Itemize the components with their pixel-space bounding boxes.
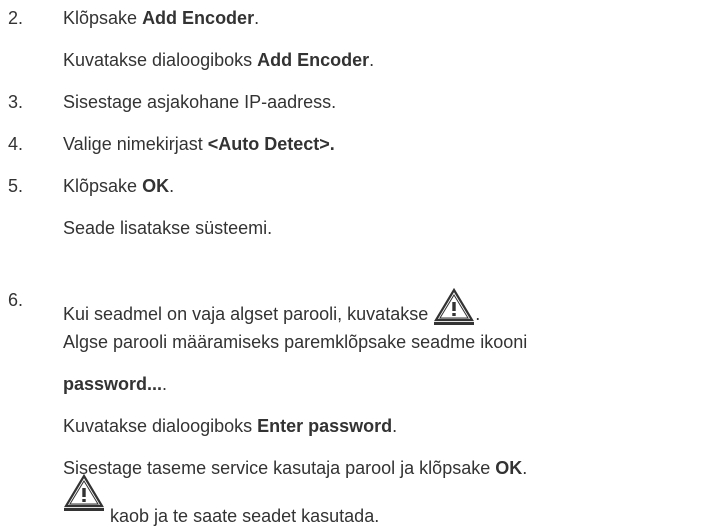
step-text: Kuvatakse dialoogiboks Add Encoder.	[63, 50, 375, 70]
step-text: Kuvatakse dialoogiboks Enter password.	[63, 416, 398, 436]
step-number: 3.	[8, 92, 24, 112]
step-text: Valige nimekirjast <Auto Detect>.	[63, 134, 335, 154]
step-text: Seade lisatakse süsteemi.	[63, 218, 273, 238]
ui-term: password...	[63, 374, 163, 394]
step-text: Klõpsake OK.	[63, 176, 175, 196]
ui-term: Enter password	[257, 416, 393, 436]
ui-term: OK	[142, 176, 170, 196]
step-number: 4.	[8, 134, 24, 154]
ui-term: OK	[495, 458, 523, 478]
ui-term: <Auto Detect>.	[207, 134, 335, 154]
warning-triangle-icon	[63, 473, 105, 518]
step-number: 5.	[8, 176, 24, 196]
warning-triangle-icon	[433, 287, 475, 332]
step-text: password....	[63, 374, 168, 394]
step-number: 2.	[8, 8, 24, 28]
step-text: Algse parooli määramiseks paremklõpsake …	[63, 332, 528, 352]
step-text: Kui seadmel on vaja algset parooli, kuva…	[63, 287, 480, 332]
step-text: kaob ja te saate seadet kasutada.	[63, 473, 379, 526]
step-text: Sisestage asjakohane IP-aadress.	[63, 92, 337, 112]
ui-term: Add Encoder	[257, 50, 370, 70]
ui-term: Add Encoder	[142, 8, 255, 28]
step-text: Klõpsake Add Encoder.	[63, 8, 260, 28]
step-number: 6.	[8, 290, 24, 310]
